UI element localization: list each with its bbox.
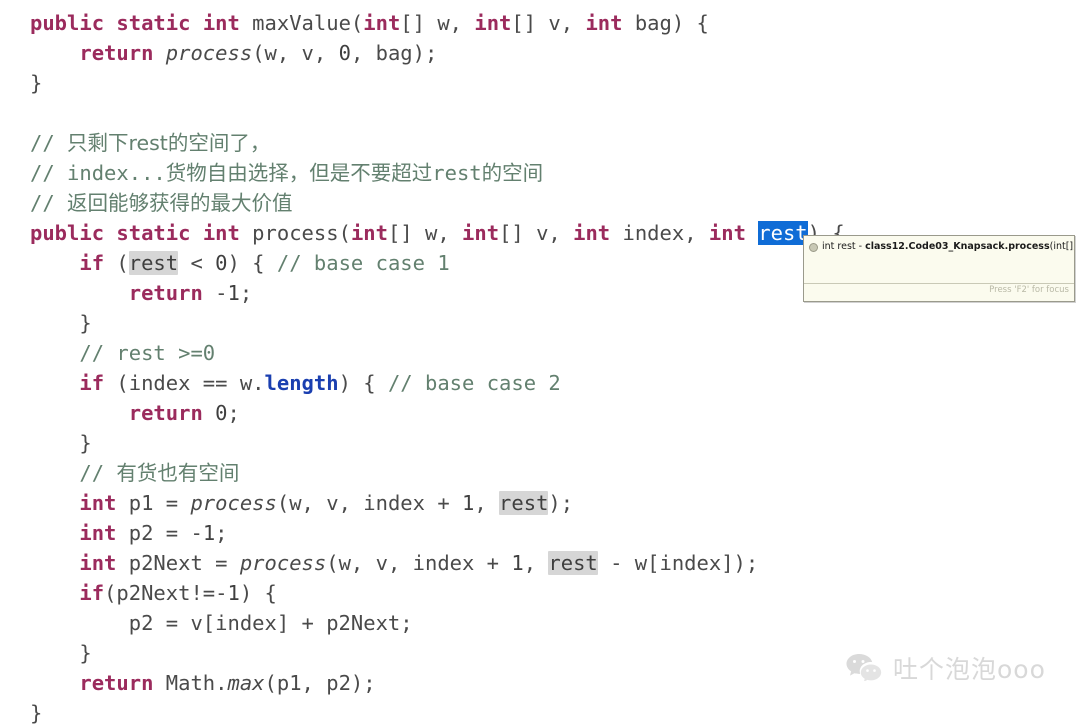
code-line-comment: // index...货物自由选择，但是不要超过rest的空间 bbox=[30, 161, 544, 185]
token-keyword: int bbox=[573, 221, 611, 245]
code-line-comment: // 有货也有空间 bbox=[79, 461, 240, 485]
token-comment: // rest >=0 bbox=[79, 341, 216, 365]
wechat-bubble-icon bbox=[845, 651, 885, 685]
token-keyword: int bbox=[474, 11, 512, 35]
code-line-comment: // 返回能够获得的最大价值 bbox=[30, 191, 293, 215]
token-method-call: process bbox=[165, 41, 253, 65]
code-line: return process(w, v, 0, bag); bbox=[79, 41, 438, 65]
code-line: if (index == w.length) { // base case 2 bbox=[79, 371, 561, 395]
token-keyword: return bbox=[79, 41, 154, 65]
token-keyword: int bbox=[708, 221, 746, 245]
code-line: int p2Next = process(w, v, index + 1, re… bbox=[79, 551, 759, 575]
code-line: } bbox=[30, 311, 92, 335]
token-comment: // base case 1 bbox=[276, 251, 450, 275]
token-keyword: return bbox=[128, 281, 203, 305]
token-keyword: int bbox=[79, 521, 117, 545]
token-keyword: int bbox=[585, 11, 623, 35]
code-line-comment: // 只剩下rest的空间了， bbox=[30, 131, 271, 155]
token-keyword: static bbox=[116, 221, 191, 245]
token-keyword: int bbox=[202, 221, 240, 245]
code-line: } bbox=[30, 71, 43, 95]
tooltip-text-prefix: int rest - bbox=[822, 241, 866, 252]
occurrence-token-rest[interactable]: rest bbox=[128, 251, 179, 275]
token-keyword: return bbox=[128, 401, 203, 425]
tooltip-text-bold: class12.Code03_Knapsack.process bbox=[865, 241, 1050, 252]
selected-token-rest[interactable]: rest bbox=[758, 221, 808, 245]
code-line: } bbox=[30, 701, 43, 725]
token-comment-cn: 的空间 bbox=[481, 161, 544, 185]
code-line: p2 = v[index] + p2Next; bbox=[30, 611, 413, 635]
tooltip-separator bbox=[804, 283, 1074, 284]
tooltip-text: int rest - class12.Code03_Knapsack.proce… bbox=[822, 241, 1075, 252]
token-keyword: int bbox=[202, 11, 240, 35]
token-comment-cn: 货物自由选择，但是不要超过 bbox=[165, 161, 433, 185]
occurrence-token-rest[interactable]: rest bbox=[548, 551, 598, 575]
token-keyword: static bbox=[116, 11, 191, 35]
token-keyword: int bbox=[79, 491, 117, 515]
code-line: } bbox=[30, 431, 92, 455]
token-keyword: return bbox=[79, 671, 154, 695]
token-keyword: if bbox=[79, 581, 105, 605]
token-keyword: int bbox=[79, 551, 117, 575]
token-comment-cn: 只剩下rest的空间了， bbox=[67, 131, 271, 155]
token-keyword: int bbox=[350, 221, 388, 245]
code-line: public static int maxValue(int[] w, int[… bbox=[30, 11, 709, 35]
code-line: return 0; bbox=[128, 401, 240, 425]
code-editor[interactable]: public static int maxValue(int[] w, int[… bbox=[0, 0, 1080, 725]
token-comment: // base case 2 bbox=[387, 371, 561, 395]
token-keyword: public bbox=[30, 221, 105, 245]
token-field-length: length bbox=[264, 371, 339, 395]
code-line: if(p2Next!=-1) { bbox=[79, 581, 277, 605]
token-keyword: if bbox=[79, 251, 105, 275]
watermark-label: 吐个泡泡ooo bbox=[893, 655, 1046, 684]
watermark: 吐个泡泡ooo bbox=[845, 650, 1046, 686]
hover-tooltip: int rest - class12.Code03_Knapsack.proce… bbox=[803, 235, 1075, 302]
token-method-call: max bbox=[227, 671, 265, 695]
code-line: int p2 = -1; bbox=[79, 521, 228, 545]
tooltip-footer: Press 'F2' for focus bbox=[989, 285, 1069, 295]
token-keyword: int bbox=[462, 221, 500, 245]
code-line: int p1 = process(w, v, index + 1, rest); bbox=[79, 491, 574, 515]
token-method-call: process bbox=[239, 551, 327, 575]
tooltip-row: int rest - class12.Code03_Knapsack.proce… bbox=[804, 236, 1074, 252]
token-comment-cn: 返回能够获得的最大价值 bbox=[67, 191, 293, 215]
occurrence-token-rest[interactable]: rest bbox=[499, 491, 549, 515]
local-variable-icon bbox=[809, 243, 818, 252]
code-line-comment: // rest >=0 bbox=[0, 338, 1080, 368]
tooltip-text-suffix: (int[], int[], int, int) bbox=[1049, 241, 1075, 252]
token-keyword: int bbox=[363, 11, 401, 35]
token-method-call: process bbox=[190, 491, 277, 515]
token-comment-cn: 有货也有空间 bbox=[116, 461, 240, 485]
token-keyword: if bbox=[79, 371, 105, 395]
token-keyword: public bbox=[30, 11, 105, 35]
